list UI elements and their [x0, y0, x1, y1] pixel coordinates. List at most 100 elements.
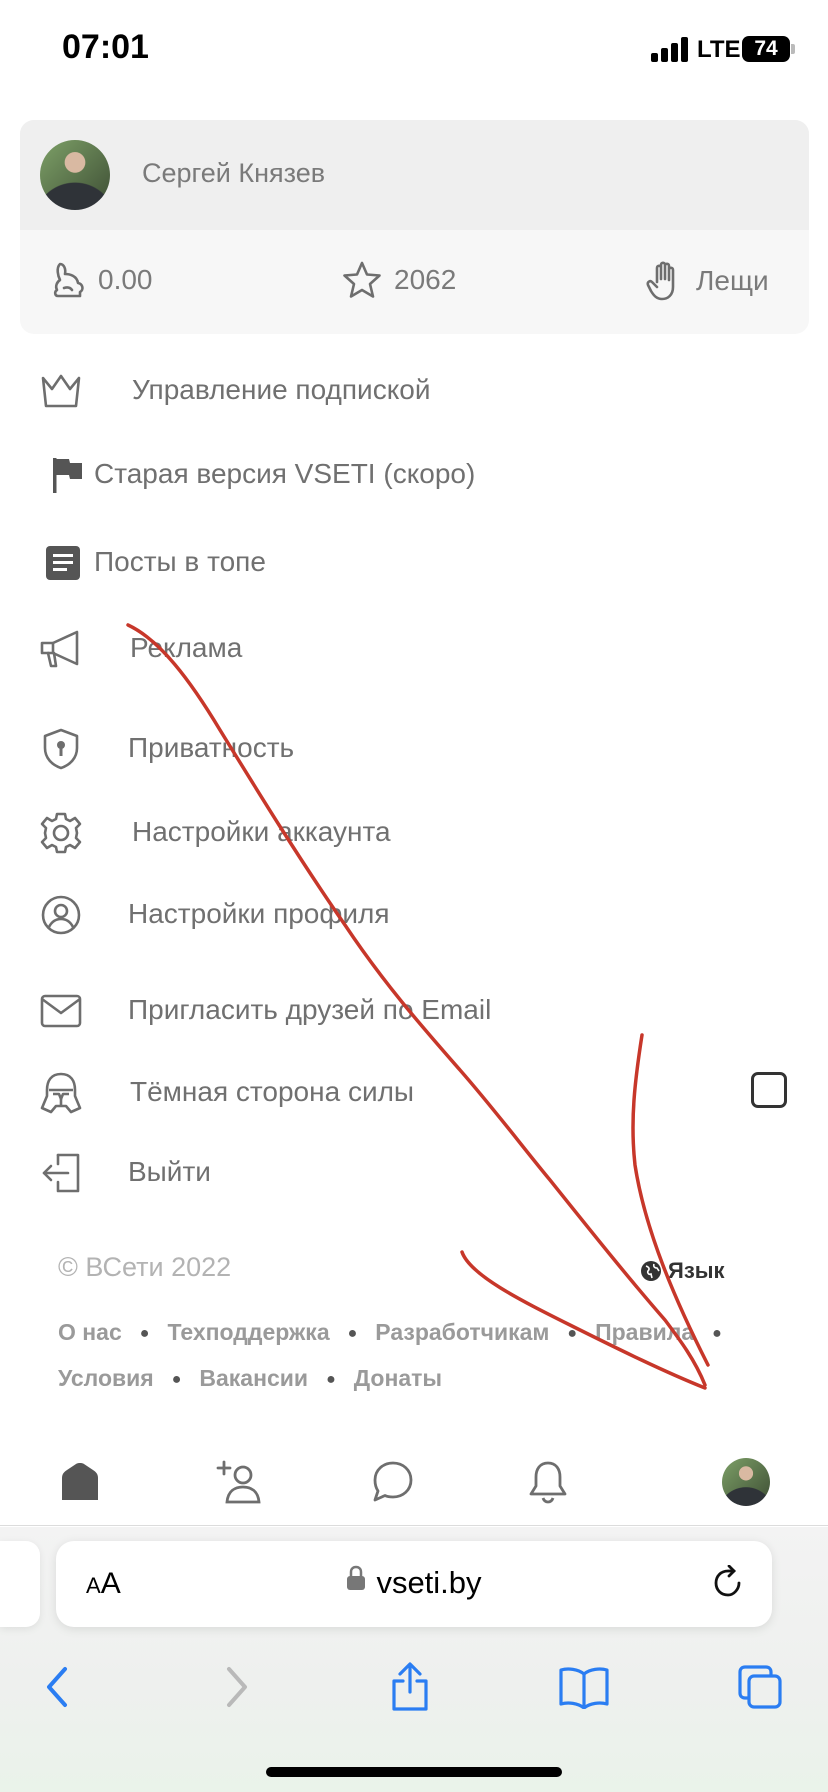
menu-label-top-posts: Посты в топе [94, 546, 266, 577]
footer-link-jobs[interactable]: Вакансии [199, 1365, 308, 1391]
footer-links: О нас ● Техподдержка ● Разработчикам ● Правила… [58, 1310, 758, 1402]
menu-item-account-settings[interactable]: Настройки аккаунта [0, 802, 828, 862]
menu-label-profile-settings: Настройки профиля [128, 898, 390, 929]
add-user-icon [216, 1460, 261, 1504]
menu-label-invite: Пригласить друзей по Email [128, 994, 492, 1025]
globe-icon [641, 1261, 661, 1281]
bell-icon [529, 1461, 567, 1504]
chevron-left-icon [47, 1667, 67, 1707]
battery-icon: 74 [742, 36, 790, 62]
separator-dot: ● [171, 1370, 182, 1388]
balance-value: 0.00 [98, 264, 153, 295]
footer-link-developers[interactable]: Разработчикам [375, 1319, 549, 1345]
leshchi-label: Лещи [696, 265, 769, 296]
avatar [722, 1458, 770, 1506]
menu-item-dark-side[interactable]: Тёмная сторона силы [0, 1062, 828, 1122]
balance-stat[interactable]: 0.00 [50, 260, 153, 300]
separator-dot: ● [567, 1324, 578, 1342]
back-button[interactable] [28, 1657, 88, 1717]
profile-card: Сергей Князев 0.00 2062 Лещи [20, 120, 809, 334]
separator-dot: ● [712, 1324, 722, 1342]
shield-icon [38, 726, 84, 772]
copyright: © ВСети 2022 [58, 1252, 232, 1282]
hand-icon [646, 261, 675, 301]
network-type: LTE [697, 36, 741, 63]
tabs-icon [738, 1665, 782, 1709]
menu-item-ads[interactable]: Реклама [0, 618, 828, 678]
nav-profile[interactable] [718, 1454, 774, 1510]
share-button[interactable] [380, 1657, 440, 1717]
logout-icon [38, 1150, 84, 1196]
browser-chrome: AA vseti.by [0, 1527, 828, 1792]
user-circle-icon [38, 892, 84, 938]
nav-notifications[interactable] [520, 1454, 576, 1510]
separator-dot: ● [326, 1370, 336, 1388]
rating-value: 2062 [394, 264, 457, 295]
battery-level: 74 [754, 37, 778, 60]
url-display[interactable]: vseti.by [56, 1565, 772, 1601]
avatar[interactable] [40, 140, 110, 210]
url-text: vseti.by [376, 1565, 482, 1600]
stats-row: 0.00 2062 Лещи [20, 230, 809, 334]
nav-messages[interactable] [365, 1454, 421, 1510]
menu-item-profile-settings[interactable]: Настройки профиля [0, 884, 828, 944]
tabs-button[interactable] [730, 1657, 790, 1717]
menu-item-invite[interactable]: Пригласить друзей по Email [0, 980, 828, 1040]
profile-header[interactable]: Сергей Князев [20, 120, 809, 230]
lock-icon [347, 1565, 366, 1590]
star-icon [343, 261, 381, 298]
battery-cap [791, 44, 795, 54]
menu-label-dark-side: Тёмная сторона силы [130, 1076, 415, 1107]
previous-tab[interactable] [0, 1541, 40, 1627]
menu-label-account-settings: Настройки аккаунта [132, 816, 391, 847]
nav-home[interactable] [52, 1454, 108, 1510]
darth-vader-icon [38, 1070, 84, 1116]
menu-label-privacy: Приватность [128, 732, 295, 763]
gear-icon [38, 810, 84, 856]
footer-link-terms[interactable]: Условия [58, 1365, 154, 1391]
signal-icon [651, 36, 691, 62]
dark-mode-checkbox[interactable] [751, 1072, 787, 1108]
chevron-right-icon [227, 1667, 247, 1707]
reload-button[interactable] [710, 1564, 746, 1606]
menu-item-top-posts[interactable]: Посты в топе [0, 532, 828, 592]
menu-item-privacy[interactable]: Приватность [0, 718, 828, 778]
forward-button[interactable] [206, 1657, 266, 1717]
address-bar[interactable]: AA vseti.by [56, 1541, 772, 1627]
separator-dot: ● [139, 1324, 150, 1342]
status-time: 07:01 [62, 28, 149, 66]
menu-item-old-version[interactable]: Старая версия VSETI (скоро) [0, 444, 828, 504]
footer-link-support[interactable]: Техподдержка [167, 1319, 329, 1345]
nav-add-friend[interactable] [212, 1454, 268, 1510]
footer-link-about[interactable]: О нас [58, 1319, 122, 1345]
home-indicator [266, 1767, 562, 1777]
menu-item-logout[interactable]: Выйти [0, 1142, 828, 1202]
document-icon [40, 540, 86, 586]
footer-link-donate[interactable]: Донаты [354, 1365, 442, 1391]
menu-label-old-version: Старая версия VSETI (скоро) [94, 458, 476, 489]
envelope-icon [38, 988, 84, 1034]
rabbit-icon [53, 262, 84, 298]
crown-icon [38, 368, 84, 414]
rating-stat[interactable]: 2062 [342, 260, 456, 300]
menu-label-ads: Реклама [130, 632, 243, 663]
profile-name[interactable]: Сергей Князев [142, 158, 325, 189]
book-icon [559, 1667, 609, 1709]
flag-icon [44, 452, 90, 498]
chat-bubble-icon [373, 1461, 413, 1502]
reload-icon [714, 1564, 741, 1597]
status-bar: 07:01 LTE 74 [0, 0, 828, 100]
menu-label-subscription: Управление подпиской [132, 374, 431, 405]
share-icon [392, 1662, 428, 1711]
menu-label-logout: Выйти [128, 1156, 211, 1187]
bookmarks-button[interactable] [554, 1657, 614, 1717]
bottom-nav [0, 1440, 828, 1526]
leshchi-stat[interactable]: Лещи [646, 260, 769, 302]
separator-dot: ● [347, 1324, 358, 1342]
language-switch[interactable]: Язык [640, 1258, 725, 1284]
home-icon [62, 1463, 98, 1500]
language-label: Язык [668, 1258, 725, 1283]
megaphone-icon [38, 626, 84, 672]
menu-item-subscription[interactable]: Управление подпиской [0, 360, 828, 420]
footer-link-rules[interactable]: Правила [595, 1319, 694, 1345]
